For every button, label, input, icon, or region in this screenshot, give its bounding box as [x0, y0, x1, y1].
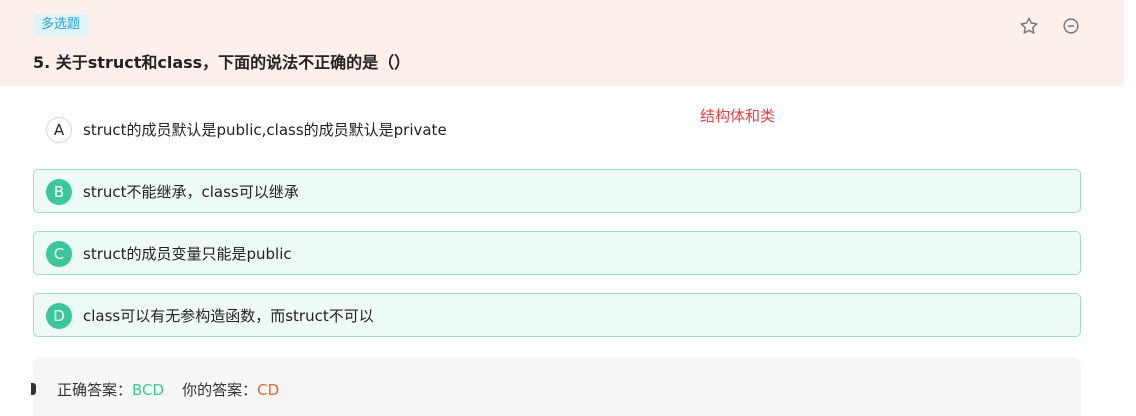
option-letter: C [46, 241, 72, 267]
your-answer-label: 你的答案： [182, 381, 258, 399]
minus-circle-icon[interactable] [1060, 15, 1082, 37]
answer-marker [31, 383, 36, 395]
option-text: class可以有无参构造函数，而struct不可以 [83, 307, 374, 325]
option-b[interactable]: B struct不能继承，class可以继承 [33, 169, 1081, 213]
question-title: 5. 关于struct和class，下面的说法不正确的是（） [33, 53, 411, 72]
your-answer-value: CD [257, 381, 280, 399]
option-a[interactable]: A struct的成员默认是public,class的成员默认是private [33, 107, 1081, 151]
answer-summary: 正确答案：BCD 你的答案：CD [57, 379, 279, 401]
question-type-tag: 多选题 [33, 14, 89, 36]
option-text: struct的成员默认是public,class的成员默认是private [83, 121, 447, 139]
option-c[interactable]: C struct的成员变量只能是public [33, 231, 1081, 275]
option-letter: A [46, 117, 72, 143]
correct-answer-label: 正确答案： [57, 381, 133, 399]
star-icon[interactable] [1018, 15, 1040, 37]
correct-answer-value: BCD [132, 381, 165, 399]
question-header: 多选题 5. 关于struct和class，下面的说法不正确的是（） [0, 0, 1124, 86]
option-d[interactable]: D class可以有无参构造函数，而struct不可以 [33, 293, 1081, 337]
option-letter: D [46, 303, 72, 329]
option-letter: B [46, 179, 72, 205]
option-text: struct不能继承，class可以继承 [83, 183, 299, 201]
option-text: struct的成员变量只能是public [83, 245, 292, 263]
